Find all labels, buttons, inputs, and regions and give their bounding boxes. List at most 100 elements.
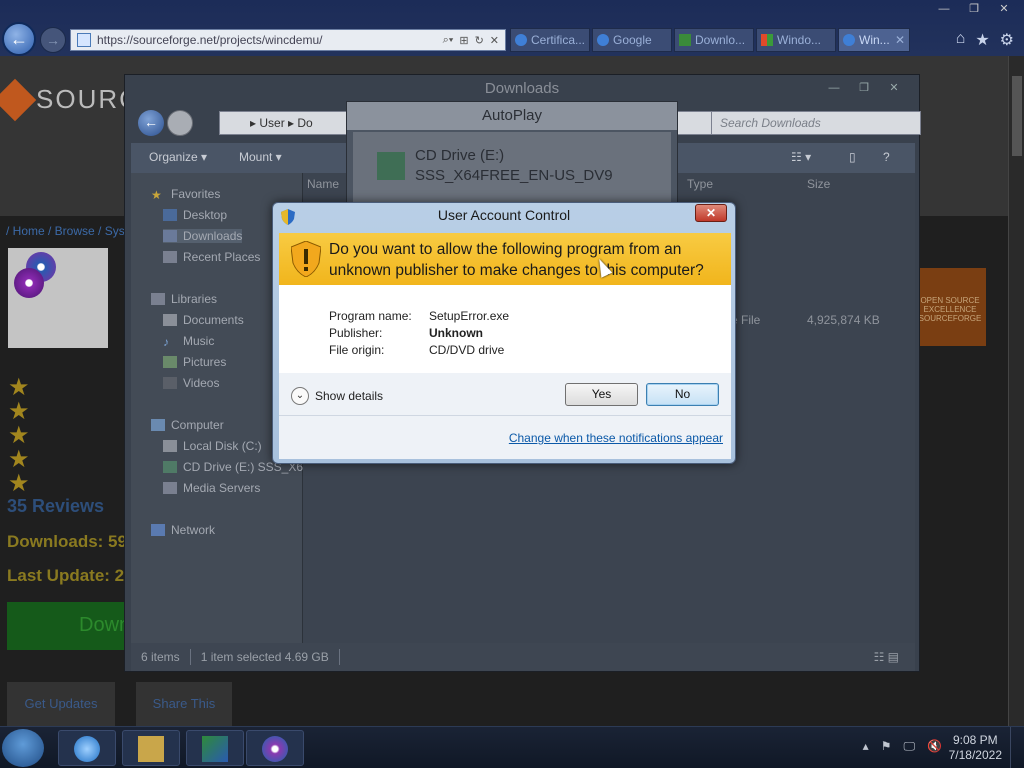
preview-pane-icon[interactable]: ▯ [849, 150, 856, 164]
breadcrumb[interactable]: / Home / Browse / Sys [6, 224, 125, 238]
back-arrow-icon: ← [144, 114, 158, 130]
explorer-search-input[interactable]: Search Downloads [711, 111, 921, 135]
videos-icon [163, 377, 177, 389]
uac-divider [279, 415, 731, 416]
refresh-icon[interactable]: ↻ [475, 34, 484, 47]
forward-button[interactable]: → [40, 27, 66, 53]
show-details-toggle[interactable]: ⌄ Show details [291, 387, 383, 405]
minimize-button[interactable]: — [930, 0, 958, 18]
nav-media-servers[interactable]: Media Servers [163, 481, 260, 495]
nav-label: Documents [183, 313, 244, 327]
nav-downloads[interactable]: Downloads [163, 229, 243, 243]
nav-local-disk[interactable]: Local Disk (C:) [163, 439, 262, 453]
uac-close-button[interactable]: ✕ [695, 204, 727, 222]
scrollbar-thumb[interactable] [1012, 76, 1022, 156]
uac-question: Do you want to allow the following progr… [329, 241, 704, 279]
get-updates-button[interactable]: Get Updates [7, 682, 115, 726]
pictures-icon [163, 356, 177, 368]
taskbar-ie[interactable] [58, 730, 116, 766]
publisher-row: Publisher: Unknown [329, 326, 483, 340]
organize-menu[interactable]: Organize ▾ [149, 150, 207, 164]
clock[interactable]: 9:08 PM 7/18/2022 [949, 733, 1002, 763]
yes-button[interactable]: Yes [565, 383, 638, 406]
maximize-button[interactable]: ❐ [960, 0, 988, 18]
search-icon[interactable]: ⌕▾ [443, 34, 454, 47]
downloads-folder-icon [163, 230, 177, 242]
uac-actions: ⌄ Show details Yes No Change when these … [279, 373, 731, 459]
nav-favorites[interactable]: ★ Favorites [151, 187, 221, 202]
status-divider [338, 649, 340, 665]
explorer-forward-button[interactable] [167, 110, 193, 136]
address-bar[interactable]: https://sourceforge.net/projects/wincdem… [70, 29, 506, 51]
page-scrollbar[interactable] [1008, 56, 1024, 726]
reviews-link[interactable]: 35 Reviews [7, 496, 104, 517]
address-tools: ⌕▾ ⊞ ↻ ✕ [443, 34, 505, 47]
tab-google[interactable]: Google [592, 28, 672, 52]
taskbar-download-manager[interactable] [186, 730, 244, 766]
nav-pictures[interactable]: Pictures [163, 355, 226, 369]
nav-label: Music [183, 334, 215, 348]
tab-label: Windo... [777, 33, 822, 47]
download-button[interactable]: Down [7, 602, 137, 650]
help-icon[interactable]: ? [883, 150, 890, 164]
change-notifications-link[interactable]: Change when these notifications appear [509, 431, 723, 445]
stop-icon[interactable]: ✕ [490, 34, 499, 47]
show-desktop-button[interactable] [1010, 727, 1024, 768]
tab-wincdemu[interactable]: Win... ✕ [838, 28, 910, 52]
nav-documents[interactable]: Documents [163, 313, 244, 327]
downloads-count: Downloads: 59 [7, 532, 127, 551]
tab-windows[interactable]: Windo... [756, 28, 836, 52]
autoplay-title: AutoPlay [347, 102, 677, 130]
explorer-status-bar: 6 items 1 item selected 4.69 GB ☷ ▤ [131, 643, 915, 671]
nav-libraries[interactable]: Libraries [151, 292, 217, 306]
close-tab-icon[interactable]: ✕ [895, 33, 909, 47]
settings-gear-icon[interactable]: ⚙ [1000, 30, 1014, 50]
nav-computer[interactable]: Computer [151, 418, 224, 432]
explorer-maximize-button[interactable]: ❐ [849, 79, 879, 97]
start-button[interactable] [2, 729, 44, 767]
column-size[interactable]: Size [807, 177, 830, 191]
program-name-label: Program name: [329, 309, 412, 323]
column-type[interactable]: Type [687, 177, 713, 191]
libraries-icon [151, 293, 165, 305]
hard-disk-icon [163, 440, 177, 452]
mount-menu[interactable]: Mount ▾ [239, 150, 282, 164]
nav-music[interactable]: ♪ Music [163, 334, 215, 349]
no-button[interactable]: No [646, 383, 719, 406]
selection-info: 1 item selected 4.69 GB [200, 650, 329, 664]
sourceforge-logo[interactable]: SOURC [0, 78, 140, 121]
tab-certificate[interactable]: Certifica... [510, 28, 590, 52]
column-name[interactable]: Name [307, 177, 339, 191]
program-name-value: SetupError.exe [429, 309, 510, 323]
star-icon: ★ [8, 470, 30, 497]
action-center-icon[interactable]: ⚑ [881, 739, 892, 754]
uac-title: User Account Control [437, 207, 571, 223]
close-button[interactable]: ✕ [990, 0, 1018, 18]
show-hidden-icons[interactable]: ▴ [863, 739, 869, 754]
nav-videos[interactable]: Videos [163, 376, 219, 390]
home-icon[interactable]: ⌂ [956, 30, 966, 50]
explorer-back-button[interactable]: ← [138, 110, 164, 136]
nav-network[interactable]: Network [151, 523, 215, 537]
tab-label: Certifica... [531, 33, 586, 47]
tab-download[interactable]: Downlo... [674, 28, 754, 52]
nav-label: Favorites [171, 187, 221, 201]
back-button[interactable]: ← [2, 22, 36, 56]
uac-warning-banner: Do you want to allow the following progr… [279, 233, 731, 285]
explorer-minimize-button[interactable]: — [819, 79, 849, 97]
explorer-close-button[interactable]: ✕ [879, 79, 909, 97]
computer-icon [151, 419, 165, 431]
nav-desktop[interactable]: Desktop [163, 208, 227, 222]
autoplay-body: CD Drive (E:) SSS_X64FREE_EN-US_DV9 [353, 132, 671, 208]
nav-recent-places[interactable]: Recent Places [163, 250, 260, 264]
share-button[interactable]: Share This [136, 682, 232, 726]
rating-stars: ★ ★ ★ ★ ★ [8, 376, 30, 496]
view-toggle-icons[interactable]: ☷ ▤ [874, 650, 915, 664]
taskbar-wincdemu[interactable] [246, 730, 304, 766]
taskbar-explorer[interactable] [122, 730, 180, 766]
view-options-icon[interactable]: ☷ ▾ [791, 150, 811, 164]
favorites-star-icon[interactable]: ★ [975, 30, 989, 50]
network-icon[interactable]: 🖵 [903, 739, 915, 754]
compat-icon[interactable]: ⊞ [459, 34, 468, 47]
volume-muted-icon[interactable]: 🔇 [927, 739, 942, 754]
